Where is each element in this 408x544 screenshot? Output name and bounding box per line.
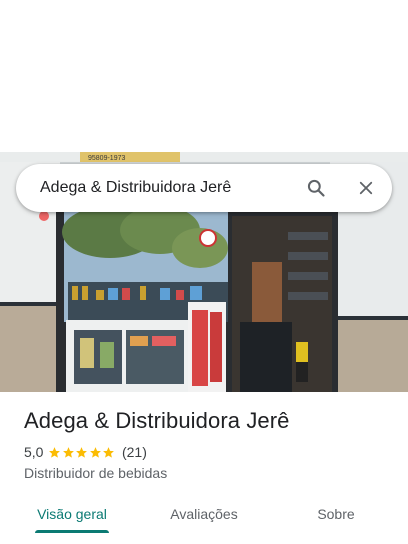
tab-overview[interactable]: Visão geral — [20, 496, 124, 532]
rating-value: 5,0 — [24, 444, 44, 460]
place-sheet: 95809-1973 Adega & Distribuidora Jerê Ad… — [0, 0, 408, 544]
star-icon — [90, 446, 101, 458]
search-query[interactable]: Adega & Distribuidora Jerê — [16, 179, 296, 197]
star-icon — [76, 446, 88, 458]
star-rating — [48, 446, 116, 459]
close-icon[interactable] — [346, 168, 386, 208]
active-tab-indicator — [35, 530, 109, 533]
star-icon — [103, 446, 115, 458]
place-category: Distribuidor de bebidas — [24, 465, 168, 481]
review-count[interactable]: (21) — [122, 444, 147, 460]
search-bar[interactable]: Adega & Distribuidora Jerê — [16, 164, 392, 212]
tab-about[interactable]: Sobre — [292, 496, 380, 532]
storefront-sign-text: 95809-1973 — [88, 155, 125, 162]
rating-summary[interactable]: 5,0 (21) — [24, 444, 147, 460]
place-tabs: Visão geral Avaliações Sobre — [0, 496, 408, 536]
tab-reviews[interactable]: Avaliações — [148, 496, 260, 532]
star-icon — [49, 446, 61, 458]
place-title: Adega & Distribuidora Jerê — [24, 408, 290, 433]
search-icon[interactable] — [296, 168, 336, 208]
star-icon — [63, 446, 74, 458]
